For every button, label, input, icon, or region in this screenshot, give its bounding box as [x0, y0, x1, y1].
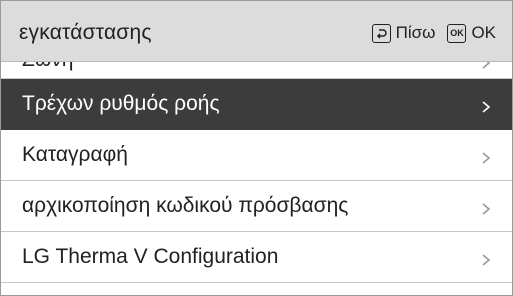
chevron-right-icon — [482, 152, 491, 164]
chevron-right-icon — [482, 101, 491, 113]
menu-item-label: Τρέχων ρυθμός ροής — [22, 92, 220, 115]
menu-item-lg-therma-config[interactable]: LG Therma V Configuration — [1, 232, 512, 283]
menu-item-label: Καταγραφή — [22, 143, 128, 166]
back-label[interactable]: Πίσω — [396, 23, 436, 43]
ok-key-icon[interactable]: OK — [447, 23, 467, 43]
header-actions: Πίσω OK OK — [371, 23, 496, 43]
menu-item-password-reset[interactable]: αρχικοποίηση κωδικού πρόσβασης — [1, 181, 512, 232]
menu-item-logging[interactable]: Καταγραφή — [1, 130, 512, 181]
menu-item-label: LG Therma V Configuration — [22, 245, 279, 268]
menu-item-label: αρχικοποίηση κωδικού πρόσβασης — [22, 194, 349, 217]
page-title: εγκατάστασης — [19, 21, 152, 44]
menu-item-current-flow-rate[interactable]: Τρέχων ρυθμός ροής — [1, 79, 512, 130]
chevron-right-icon — [482, 254, 491, 266]
chevron-right-icon — [482, 203, 491, 215]
back-arrow-icon[interactable] — [371, 23, 391, 43]
ok-label[interactable]: OK — [471, 23, 496, 43]
settings-screen: εγκατάστασης Πίσω OK OK Ζώνη Τρέχων ρυθμ… — [0, 0, 513, 296]
menu-list: Ζώνη Τρέχων ρυθμός ροής Καταγραφή αρχικο… — [1, 42, 512, 283]
header-bar: εγκατάστασης Πίσω OK OK — [1, 1, 512, 62]
